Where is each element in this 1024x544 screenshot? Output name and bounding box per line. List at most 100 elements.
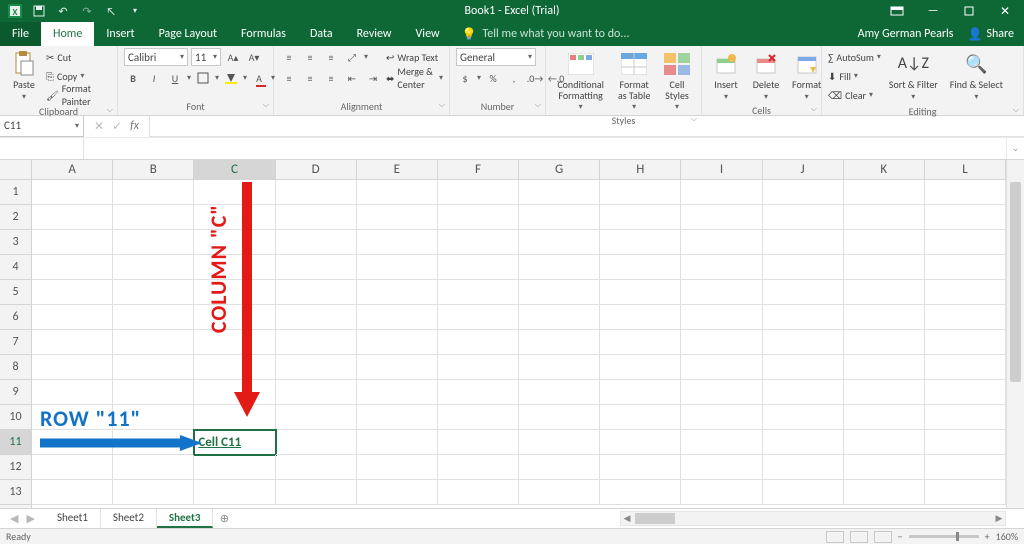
cell-A4[interactable] <box>32 255 113 280</box>
user-name[interactable]: Amy German Pearls <box>858 27 954 41</box>
cell-J8[interactable] <box>763 355 844 380</box>
cell-L9[interactable] <box>925 380 1006 405</box>
cell-D2[interactable] <box>276 205 357 230</box>
cut-button[interactable]: ✂Cut <box>46 48 111 66</box>
cell-K2[interactable] <box>844 205 925 230</box>
cell-H6[interactable] <box>600 305 681 330</box>
ribbon-display-icon[interactable] <box>880 0 914 22</box>
cell-H12[interactable] <box>600 455 681 480</box>
cell-H10[interactable] <box>600 405 681 430</box>
increase-font-icon[interactable]: A▴ <box>224 49 242 65</box>
cell-K8[interactable] <box>844 355 925 380</box>
save-icon[interactable] <box>30 2 48 20</box>
column-header-I[interactable]: I <box>681 160 762 179</box>
cell-K6[interactable] <box>844 305 925 330</box>
format-as-table-button[interactable]: Format as Table▾ <box>613 48 655 113</box>
cell-I4[interactable] <box>681 255 762 280</box>
percent-format-icon[interactable]: % <box>484 70 502 86</box>
maximize-icon[interactable] <box>952 0 986 22</box>
column-header-J[interactable]: J <box>763 160 844 179</box>
cell-C3[interactable] <box>194 230 275 255</box>
paste-button[interactable]: Paste ▾ <box>6 48 42 103</box>
cell-K11[interactable] <box>844 430 925 455</box>
format-cells-button[interactable]: Format▾ <box>788 48 825 103</box>
cell-D4[interactable] <box>276 255 357 280</box>
cell-K4[interactable] <box>844 255 925 280</box>
cell-C11[interactable]: Cell C11 <box>194 430 275 455</box>
row-header-7[interactable]: 7 <box>0 330 31 355</box>
cell-C10[interactable] <box>194 405 275 430</box>
row-header-4[interactable]: 4 <box>0 255 31 280</box>
cell-K10[interactable] <box>844 405 925 430</box>
zoom-level[interactable]: 160% <box>996 530 1018 543</box>
cell-D1[interactable] <box>276 180 357 205</box>
cell-A5[interactable] <box>32 280 113 305</box>
cell-D10[interactable] <box>276 405 357 430</box>
number-format-select[interactable]: General▾ <box>456 48 536 66</box>
conditional-formatting-button[interactable]: Conditional Formatting▾ <box>552 48 609 113</box>
cell-K12[interactable] <box>844 455 925 480</box>
cell-D6[interactable] <box>276 305 357 330</box>
autosum-button[interactable]: ∑AutoSum▾ <box>828 48 881 66</box>
cell-G10[interactable] <box>519 405 600 430</box>
cell-L13[interactable] <box>925 480 1006 505</box>
cell-J13[interactable] <box>763 480 844 505</box>
share-button[interactable]: 👤 Share <box>967 27 1014 42</box>
cell-A13[interactable] <box>32 480 113 505</box>
bold-button[interactable]: B <box>124 70 142 86</box>
column-header-K[interactable]: K <box>844 160 925 179</box>
cell-E5[interactable] <box>357 280 438 305</box>
tab-review[interactable]: Review <box>345 22 404 46</box>
cell-C7[interactable] <box>194 330 275 355</box>
horizontal-scroll-thumb[interactable] <box>635 513 675 524</box>
align-left-icon[interactable]: ≡ <box>280 70 298 86</box>
row-header-3[interactable]: 3 <box>0 230 31 255</box>
cell-G7[interactable] <box>519 330 600 355</box>
tab-view[interactable]: View <box>404 22 452 46</box>
orientation-icon[interactable]: ⤢ <box>343 49 361 65</box>
sheet-tab-sheet2[interactable]: Sheet2 <box>101 509 157 528</box>
column-header-G[interactable]: G <box>519 160 600 179</box>
cell-E7[interactable] <box>357 330 438 355</box>
cell-G11[interactable] <box>519 430 600 455</box>
cell-I5[interactable] <box>681 280 762 305</box>
cell-J5[interactable] <box>763 280 844 305</box>
cell-I12[interactable] <box>681 455 762 480</box>
cell-G6[interactable] <box>519 305 600 330</box>
cell-G13[interactable] <box>519 480 600 505</box>
qat-customize-icon[interactable]: ▾ <box>126 2 144 20</box>
close-icon[interactable]: ✕ <box>988 0 1022 22</box>
sheet-tab-sheet1[interactable]: Sheet1 <box>45 509 101 528</box>
cell-F9[interactable] <box>438 380 519 405</box>
font-name-select[interactable]: Calibri▾ <box>124 48 188 66</box>
cell-B5[interactable] <box>113 280 194 305</box>
find-select-button[interactable]: 🔍Find & Select▾ <box>946 48 1007 103</box>
cell-L7[interactable] <box>925 330 1006 355</box>
cell-A8[interactable] <box>32 355 113 380</box>
cell-H13[interactable] <box>600 480 681 505</box>
zoom-in-icon[interactable]: + <box>985 530 990 543</box>
cell-G2[interactable] <box>519 205 600 230</box>
normal-view-icon[interactable] <box>826 531 844 543</box>
vertical-scroll-thumb[interactable] <box>1010 182 1021 382</box>
cell-G3[interactable] <box>519 230 600 255</box>
cell-J1[interactable] <box>763 180 844 205</box>
select-all-corner[interactable] <box>0 160 32 180</box>
cell-L12[interactable] <box>925 455 1006 480</box>
underline-button[interactable]: U <box>166 70 184 86</box>
cell-K9[interactable] <box>844 380 925 405</box>
cell-C1[interactable] <box>194 180 275 205</box>
cell-H3[interactable] <box>600 230 681 255</box>
row-header-13[interactable]: 13 <box>0 480 31 505</box>
sheet-nav-next-icon[interactable]: ▶ <box>26 512 34 525</box>
format-painter-button[interactable]: 🖌Format Painter <box>46 86 111 104</box>
column-header-E[interactable]: E <box>357 160 438 179</box>
cell-L5[interactable] <box>925 280 1006 305</box>
cell-C12[interactable] <box>194 455 275 480</box>
cell-D12[interactable] <box>276 455 357 480</box>
delete-cells-button[interactable]: Delete▾ <box>748 48 784 103</box>
expand-formula-bar-icon[interactable]: ⌄ <box>1006 138 1024 159</box>
cell-B12[interactable] <box>113 455 194 480</box>
cell-H8[interactable] <box>600 355 681 380</box>
cell-H7[interactable] <box>600 330 681 355</box>
